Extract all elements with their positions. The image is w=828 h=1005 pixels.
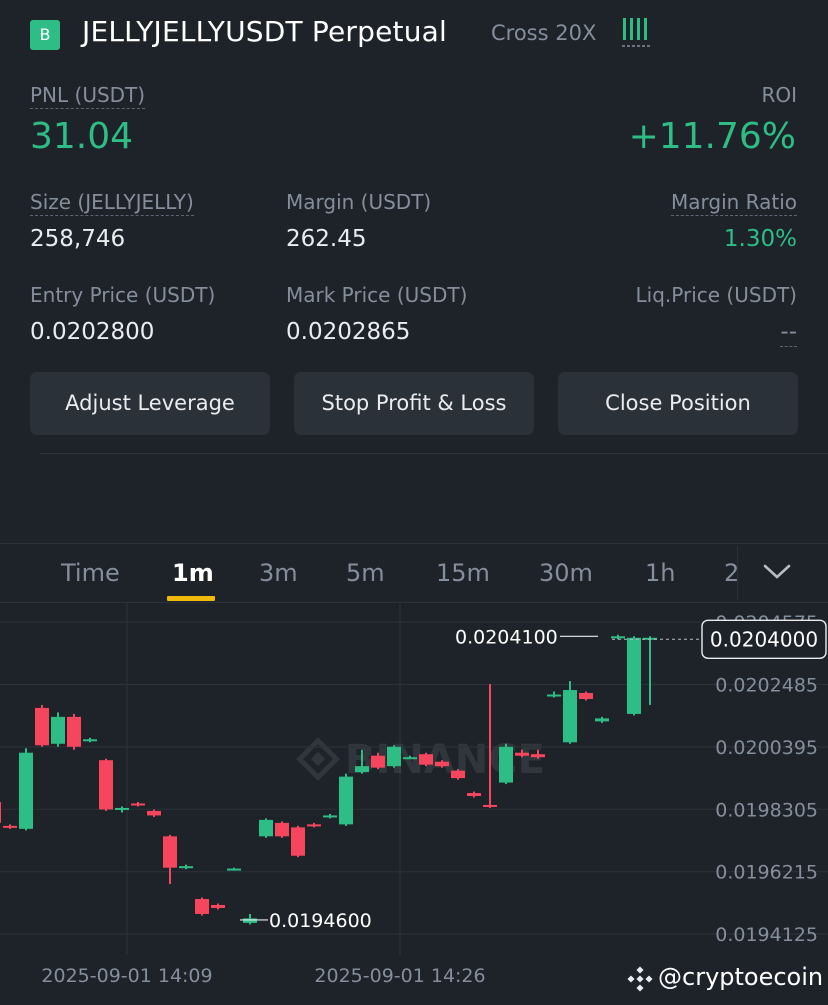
y-tick-label: 0.0198305: [715, 799, 818, 821]
candle-body: [0, 801, 1, 823]
candle-body: [195, 899, 209, 914]
candle-body: [19, 752, 33, 829]
watermark-handle: @cryptoecoin: [658, 963, 824, 991]
roi-label: ROI: [761, 83, 797, 107]
margin-ratio-label[interactable]: Margin Ratio: [670, 190, 797, 216]
candle-body: [403, 757, 417, 760]
margin-label: Margin (USDT): [286, 190, 432, 214]
candle-body: [387, 746, 401, 767]
size-label[interactable]: Size (JELLYJELLY): [30, 190, 194, 216]
stop-profit-loss-button[interactable]: Stop Profit & Loss: [294, 372, 534, 435]
candle-body: [307, 824, 321, 827]
candle-body: [419, 754, 433, 765]
candle-body: [531, 754, 545, 758]
candle-body: [323, 815, 337, 818]
close-position-button[interactable]: Close Position: [558, 372, 798, 435]
binance-diamond-icon: [627, 966, 653, 992]
current-price-label: 0.0204000: [710, 627, 818, 651]
pnl-value: 31.04: [30, 116, 134, 157]
candle-body: [35, 707, 49, 746]
candle-body: [611, 636, 625, 639]
candle-body: [339, 776, 353, 825]
candle-body: [435, 761, 449, 767]
candle-body: [51, 716, 65, 744]
position-side-badge: B: [30, 20, 60, 50]
mark-price-label: Mark Price (USDT): [286, 283, 468, 307]
pnl-label[interactable]: PNL (USDT): [30, 83, 146, 109]
tab-time[interactable]: Time: [61, 559, 120, 587]
tab-1h[interactable]: 1h: [645, 559, 675, 587]
candle-body: [211, 904, 225, 908]
candle-body: [579, 693, 593, 699]
candle-body: [99, 760, 113, 810]
tab-30m[interactable]: 30m: [539, 559, 593, 587]
candle-body: [467, 793, 481, 797]
mark-price-value: 0.0202865: [286, 319, 411, 345]
margin-value: 262.45: [286, 226, 367, 252]
y-tick-label: 0.0200395: [715, 737, 818, 759]
liq-price-label: Liq.Price (USDT): [635, 283, 797, 307]
roi-value: +11.76%: [628, 116, 796, 157]
candle-body: [515, 752, 529, 756]
candle-body: [499, 746, 513, 783]
tab-1m[interactable]: 1m: [172, 559, 214, 587]
entry-price-value: 0.0202800: [30, 319, 155, 345]
candle-body: [147, 810, 161, 816]
size-value: 258,746: [30, 226, 126, 252]
low-price-label: 0.0194600: [269, 910, 372, 932]
divider: [737, 546, 738, 600]
candle-body: [259, 819, 273, 837]
candlestick-chart[interactable]: BINANCE 0.02045750.02024850.02003950.019…: [0, 603, 828, 1005]
tab-15m[interactable]: 15m: [436, 559, 490, 587]
candle-body: [115, 807, 129, 810]
candle-body: [131, 803, 145, 806]
tab-5m[interactable]: 5m: [346, 559, 385, 587]
candle-body: [595, 718, 609, 722]
candle-body: [227, 868, 241, 871]
candle-body: [355, 766, 369, 773]
y-tick-label: 0.0194125: [715, 924, 818, 946]
candle-body: [83, 739, 97, 742]
candle-body: [243, 918, 257, 923]
x-tick-label: 2025-09-01 14:26: [314, 965, 485, 987]
candle-body: [179, 866, 193, 869]
entry-price-label: Entry Price (USDT): [30, 283, 216, 307]
active-tab-indicator: [167, 596, 215, 601]
divider: [0, 543, 828, 544]
y-tick-label: 0.0196215: [715, 862, 818, 884]
y-tick-label: 0.0202485: [715, 675, 818, 697]
candle-body: [291, 827, 305, 856]
leverage-bars-icon[interactable]: [622, 18, 652, 48]
liq-price-value: --: [780, 319, 797, 347]
candle-body: [563, 690, 577, 743]
candle-body: [163, 836, 177, 868]
divider: [40, 453, 828, 454]
chevron-down-icon[interactable]: [762, 562, 792, 582]
candle-body: [451, 770, 465, 779]
contract-title[interactable]: JELLYJELLYUSDT Perpetual: [82, 15, 447, 48]
margin-mode-label[interactable]: Cross 20X: [491, 21, 596, 45]
candle-body: [371, 755, 385, 768]
candle-body: [275, 822, 289, 837]
x-tick-label: 2025-09-01 14:09: [41, 965, 212, 987]
candle-body: [3, 825, 17, 828]
margin-ratio-value: 1.30%: [723, 226, 797, 252]
high-price-label: 0.0204100: [455, 626, 558, 648]
candle-body: [67, 716, 81, 747]
candle-body: [547, 694, 561, 697]
tab-3m[interactable]: 3m: [259, 559, 298, 587]
candle-body: [483, 804, 497, 807]
adjust-leverage-button[interactable]: Adjust Leverage: [30, 372, 270, 435]
candle-body: [627, 637, 641, 714]
